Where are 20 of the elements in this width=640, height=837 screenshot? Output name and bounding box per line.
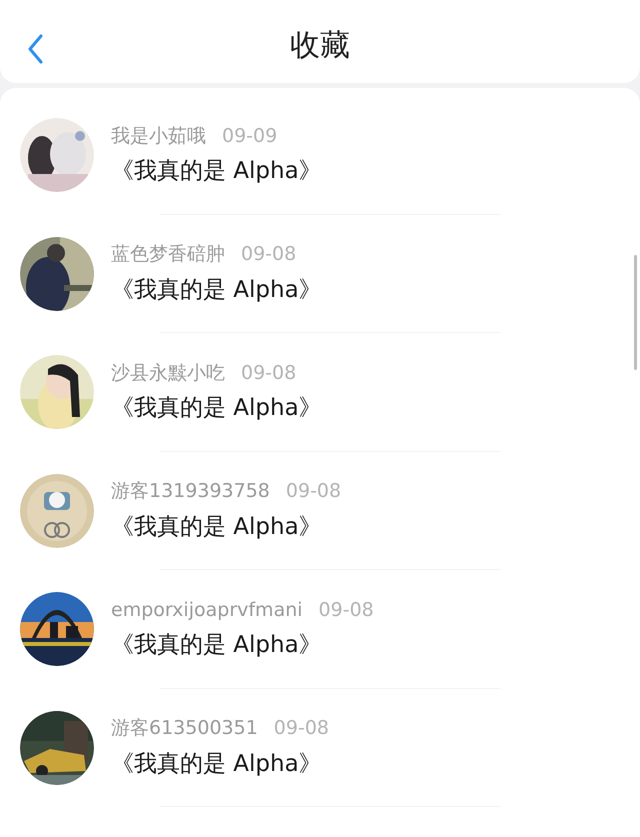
post-date: 09-08 [241, 242, 296, 268]
post-date: 09-08 [274, 716, 330, 742]
favorite-title[interactable]: 《我真的是 Alpha》 [111, 391, 322, 426]
favorite-title[interactable]: 《我真的是 Alpha》 [111, 154, 322, 189]
post-date: 09-08 [241, 360, 296, 386]
author-name: 游客1319393758 [111, 479, 270, 504]
author-name: 我是小茹哦 [111, 124, 206, 149]
post-date: 09-08 [286, 479, 342, 504]
favorite-title[interactable]: 《我真的是 Alpha》 [111, 510, 342, 544]
page-title: 收藏 [290, 27, 350, 65]
favorite-title[interactable]: 《我真的是 Alpha》 [111, 628, 374, 663]
post-date: 09-09 [222, 124, 278, 149]
favorite-title[interactable]: 《我真的是 Alpha》 [111, 746, 330, 782]
post-date: 09-08 [318, 598, 374, 623]
author-name: emporxijoaprvfmani [111, 598, 303, 623]
author-name: 沙县永黩小吃 [111, 360, 225, 386]
favorite-title[interactable]: 《我真的是 Alpha》 [111, 272, 322, 308]
author-name: 蓝色梦香碚肿 [111, 242, 225, 268]
author-name: 游客613500351 [111, 716, 258, 742]
back-icon [27, 34, 43, 64]
